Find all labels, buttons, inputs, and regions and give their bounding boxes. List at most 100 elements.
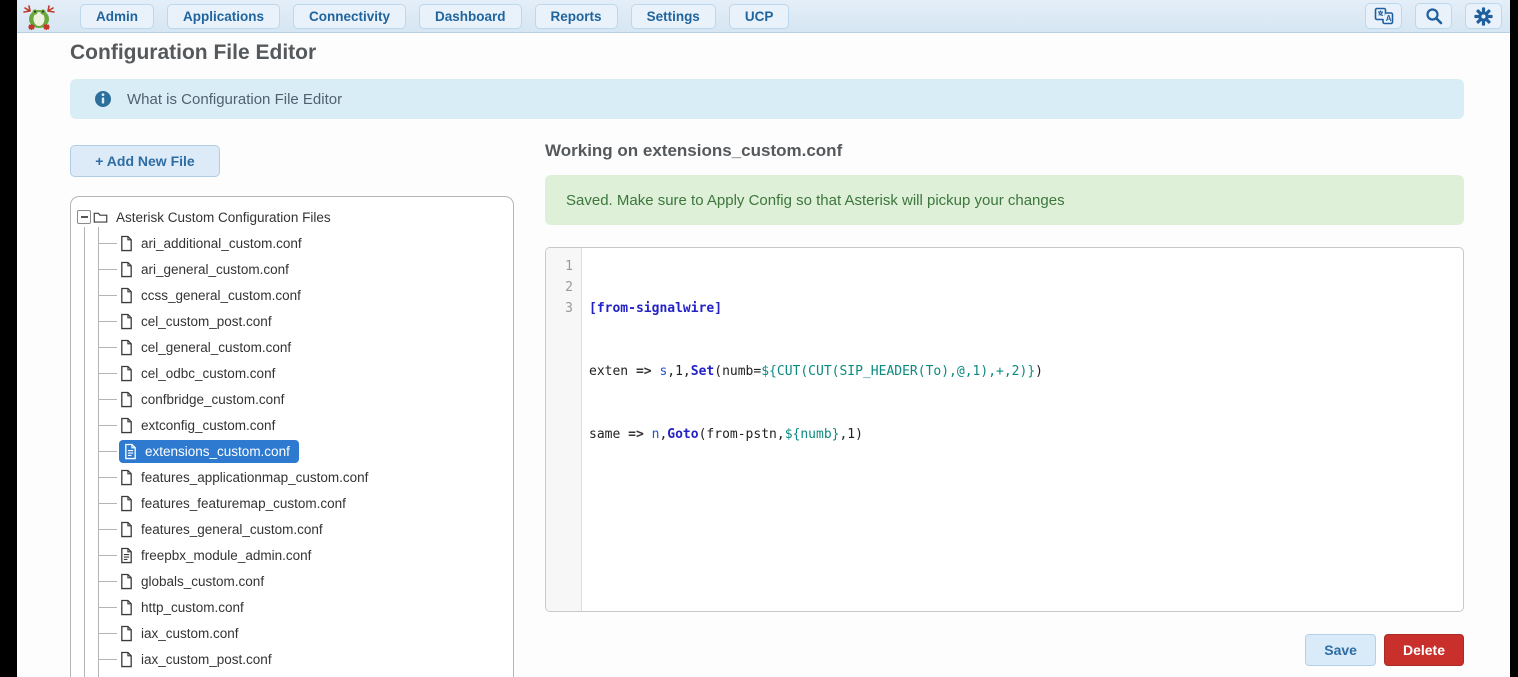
tree-file-item[interactable]: features_general_custom.conf	[71, 516, 513, 542]
file-icon	[119, 651, 134, 668]
line-number-gutter: 1 2 3	[546, 248, 582, 611]
file-name: extconfig_custom.conf	[141, 418, 275, 433]
tree-root-node[interactable]: Asterisk Custom Configuration Files	[71, 204, 513, 230]
info-icon	[94, 90, 112, 108]
file-icon	[119, 521, 134, 538]
tree-file-item[interactable]	[71, 672, 513, 677]
tree-connector	[98, 347, 117, 348]
file-name: freepbx_module_admin.conf	[141, 548, 311, 563]
language-button[interactable]: A	[1365, 3, 1402, 29]
file-icon	[119, 313, 134, 330]
tree-connector	[98, 425, 117, 426]
nav-tabs: Admin Applications Connectivity Dashboar…	[80, 4, 789, 29]
file-icon	[119, 261, 134, 278]
file-tree: Asterisk Custom Configuration Files ari_…	[71, 204, 513, 677]
tab-ucp[interactable]: UCP	[729, 4, 790, 29]
file-content-icon	[123, 443, 138, 460]
file-name: features_applicationmap_custom.conf	[141, 470, 368, 485]
freepbx-logo-icon[interactable]	[20, 1, 58, 31]
tab-settings[interactable]: Settings	[631, 4, 716, 29]
file-name: confbridge_custom.conf	[141, 392, 284, 407]
file-name: globals_custom.conf	[141, 574, 264, 589]
tree-connector	[98, 295, 117, 296]
tree-file-item[interactable]: confbridge_custom.conf	[71, 386, 513, 412]
file-icon	[119, 235, 134, 252]
file-icon	[119, 625, 134, 642]
tree-file-item[interactable]: cel_custom_post.conf	[71, 308, 513, 334]
line-number: 2	[546, 277, 573, 298]
line-number: 1	[546, 256, 573, 277]
app-window: Admin Applications Connectivity Dashboar…	[17, 0, 1510, 677]
tree-file-item[interactable]: ccss_general_custom.conf	[71, 282, 513, 308]
tab-connectivity[interactable]: Connectivity	[293, 4, 406, 29]
saved-alert-text: Saved. Make sure to Apply Config so that…	[566, 192, 1065, 209]
tree-connector	[98, 477, 117, 478]
tree-file-item[interactable]: extconfig_custom.conf	[71, 412, 513, 438]
code-line: same => n,Goto(from-pstn,${numb},1)	[589, 424, 1463, 445]
tab-applications[interactable]: Applications	[167, 4, 280, 29]
code-line: [from-signalwire]	[589, 298, 1463, 319]
tree-file-item[interactable]: http_custom.conf	[71, 594, 513, 620]
file-icon	[119, 469, 134, 486]
tree-connector	[98, 243, 117, 244]
saved-success-alert: Saved. Make sure to Apply Config so that…	[545, 175, 1464, 225]
code-line: exten => s,1,Set(numb=${CUT(CUT(SIP_HEAD…	[589, 361, 1463, 382]
file-name: features_general_custom.conf	[141, 522, 323, 537]
tree-file-item[interactable]: features_featuremap_custom.conf	[71, 490, 513, 516]
code-area[interactable]: [from-signalwire] exten => s,1,Set(numb=…	[582, 248, 1463, 611]
nav-utility-buttons: A	[1365, 3, 1502, 29]
file-icon	[119, 495, 134, 512]
tree-file-item[interactable]: ari_general_custom.conf	[71, 256, 513, 282]
file-icon	[119, 573, 134, 590]
line-number: 3	[546, 298, 573, 319]
tree-connector	[98, 555, 117, 556]
settings-gear-icon	[1474, 7, 1493, 26]
tree-root-label: Asterisk Custom Configuration Files	[116, 210, 331, 225]
file-name: iax_custom.conf	[141, 626, 239, 641]
tree-connector	[98, 373, 117, 374]
tree-connector	[98, 321, 117, 322]
tree-file-item[interactable]: globals_custom.conf	[71, 568, 513, 594]
tree-file-item[interactable]: iax_custom.conf	[71, 620, 513, 646]
folder-icon	[93, 209, 108, 226]
svg-text:A: A	[1385, 14, 1391, 23]
file-icon	[119, 599, 134, 616]
file-name: features_featuremap_custom.conf	[141, 496, 346, 511]
save-button[interactable]: Save	[1305, 634, 1376, 666]
search-button[interactable]	[1415, 3, 1452, 29]
tab-dashboard[interactable]: Dashboard	[419, 4, 522, 29]
settings-button[interactable]	[1465, 3, 1502, 29]
tree-connector	[98, 503, 117, 504]
tree-file-item[interactable]: features_applicationmap_custom.conf	[71, 464, 513, 490]
add-new-file-button[interactable]: + Add New File	[70, 145, 220, 177]
tree-connector	[98, 607, 117, 608]
selected-file-highlight: extensions_custom.conf	[119, 440, 299, 463]
tab-admin[interactable]: Admin	[80, 4, 154, 29]
file-name: cel_odbc_custom.conf	[141, 366, 275, 381]
main-content: Configuration File Editor What is Config…	[17, 33, 1510, 677]
file-name: ari_general_custom.conf	[141, 262, 289, 277]
tree-file-item-selected[interactable]: extensions_custom.conf	[71, 438, 513, 464]
delete-button[interactable]: Delete	[1384, 634, 1464, 666]
file-tree-panel: Asterisk Custom Configuration Files ari_…	[70, 196, 514, 677]
file-icon	[119, 365, 134, 382]
file-name: cel_custom_post.conf	[141, 314, 272, 329]
file-icon	[119, 391, 134, 408]
tree-file-item[interactable]: freepbx_module_admin.conf	[71, 542, 513, 568]
file-icon	[119, 287, 134, 304]
info-banner[interactable]: What is Configuration File Editor	[70, 79, 1464, 119]
language-icon: A	[1374, 7, 1394, 25]
tree-file-item[interactable]: cel_odbc_custom.conf	[71, 360, 513, 386]
tab-reports[interactable]: Reports	[535, 4, 618, 29]
file-name: ari_additional_custom.conf	[141, 236, 302, 251]
page-title: Configuration File Editor	[70, 41, 316, 65]
collapse-icon[interactable]	[77, 210, 91, 224]
tree-file-item[interactable]: cel_general_custom.conf	[71, 334, 513, 360]
config-code-editor[interactable]: 1 2 3 [from-signalwire] exten => s,1,Set…	[545, 247, 1464, 612]
tree-file-item[interactable]: iax_custom_post.conf	[71, 646, 513, 672]
tree-connector	[98, 581, 117, 582]
file-icon	[119, 417, 134, 434]
tree-file-item[interactable]: ari_additional_custom.conf	[71, 230, 513, 256]
tree-connector	[98, 451, 117, 452]
file-name: extensions_custom.conf	[145, 444, 290, 459]
